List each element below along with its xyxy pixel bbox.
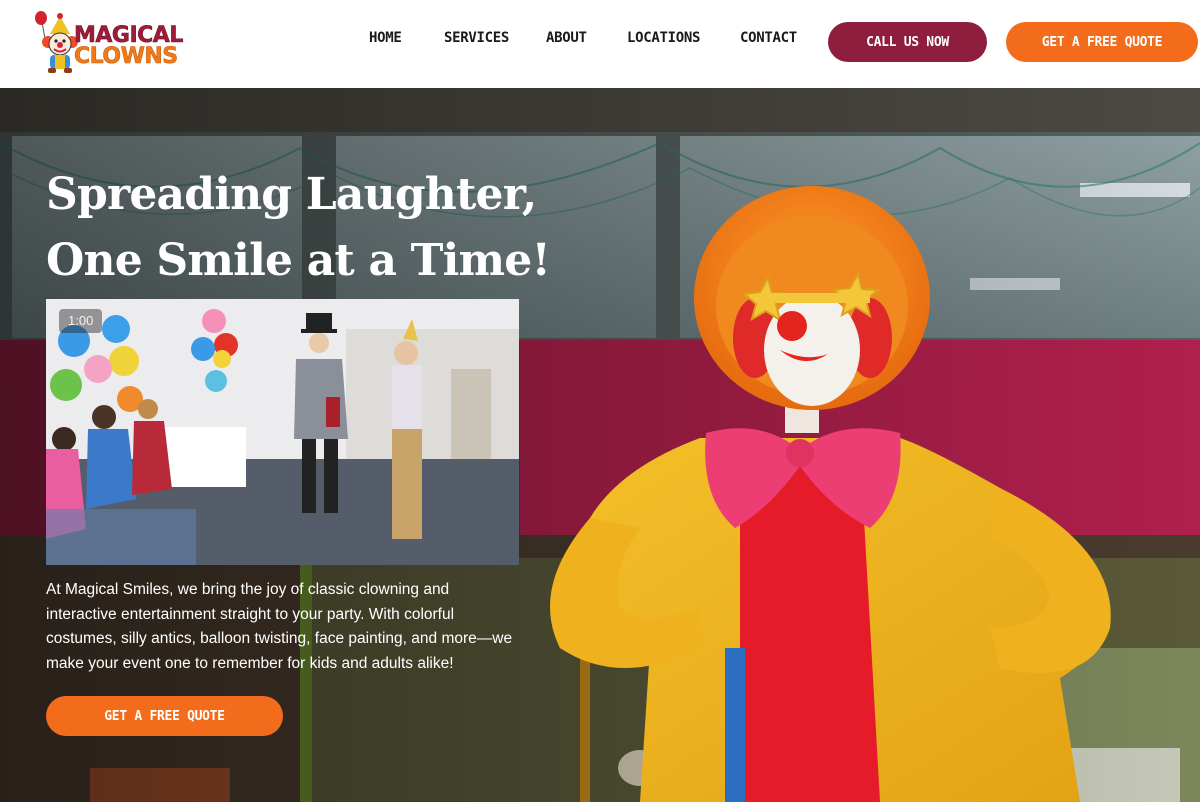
video-thumbnail-image bbox=[46, 299, 519, 565]
call-us-button[interactable]: CALL US NOW bbox=[828, 22, 987, 62]
hero-free-quote-button[interactable]: GET A FREE QUOTE bbox=[46, 696, 283, 736]
logo-text: MAGICAL CLOWNS bbox=[74, 24, 184, 69]
hero-title-line1: Spreading Laughter, bbox=[46, 169, 537, 220]
hero-title-line2: One Smile at a Time! bbox=[46, 235, 551, 286]
logo-line2: CLOWNS bbox=[74, 43, 179, 69]
header-free-quote-button[interactable]: GET A FREE QUOTE bbox=[1006, 22, 1198, 62]
nav-locations[interactable]: LOCATIONS bbox=[627, 30, 700, 46]
video-duration-badge: 1:00 bbox=[59, 309, 103, 333]
hero-description: At Magical Smiles, we bring the joy of c… bbox=[46, 581, 513, 672]
hero-section: Spreading Laughter, One Smile at a Time! bbox=[0, 88, 1200, 802]
logo[interactable]: MAGICAL CLOWNS bbox=[30, 10, 184, 76]
nav-contact[interactable]: CONTACT bbox=[740, 30, 797, 46]
site-header: MAGICAL CLOWNS HOME SERVICES ABOUT LOCAT… bbox=[0, 0, 1200, 88]
hero-title: Spreading Laughter, One Smile at a Time! bbox=[46, 162, 566, 294]
nav-services[interactable]: SERVICES bbox=[444, 30, 509, 46]
hero-video-player[interactable]: 1:00 bbox=[46, 299, 519, 565]
nav-about[interactable]: ABOUT bbox=[546, 30, 587, 46]
nav-home[interactable]: HOME bbox=[369, 30, 402, 46]
